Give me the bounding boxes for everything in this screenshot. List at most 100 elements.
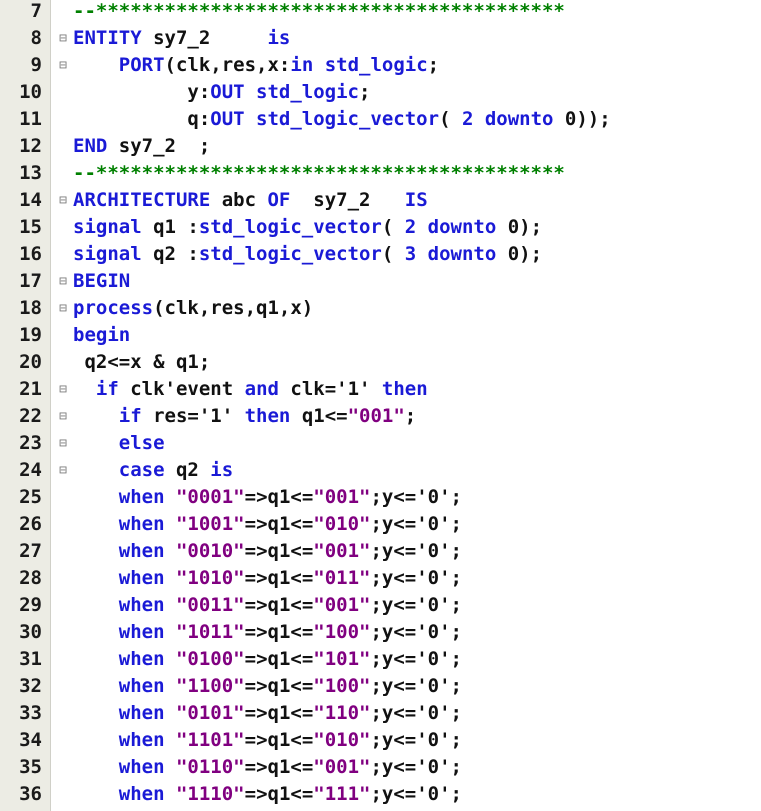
code-line[interactable]: 26 when "1001"=>q1<="010";y<='0'; [0,511,761,538]
string-token: "001" [313,594,371,616]
string-token: "0011" [175,594,245,616]
keyword-token: std_logic_vector [198,216,382,238]
code-line[interactable]: 10 y:OUT std_logic; [0,79,761,106]
line-number: 33 [19,702,42,724]
line-number: 29 [19,594,42,616]
keyword-token: process [73,297,154,319]
keyword-token: 3 downto [404,243,497,265]
string-token: "111" [313,783,371,805]
string-token: "0001" [175,486,245,508]
code-line[interactable]: 28 when "1010"=>q1<="011";y<='0'; [0,565,761,592]
code-token: =>q1<= [244,729,314,751]
code-line[interactable]: 24 ⊟ case q2 is [0,457,761,484]
code-line[interactable]: 17 ⊟ BEGIN [0,268,761,295]
line-number: 32 [19,675,42,697]
fold-toggle-icon[interactable]: ⊟ [58,403,68,430]
keyword-token: when [118,675,165,697]
code-token: =>q1<= [244,513,314,535]
code-token: res='1' [141,405,245,427]
code-line[interactable]: 31 when "0100"=>q1<="101";y<='0'; [0,646,761,673]
code-line[interactable]: 7 --*************************************… [0,0,761,25]
keyword-token: in std_logic [290,54,428,76]
code-line[interactable]: 32 when "1100"=>q1<="100";y<='0'; [0,673,761,700]
fold-toggle-icon[interactable]: ⊟ [58,376,68,403]
line-number: 22 [19,405,42,427]
code-text: if clk'event and clk='1' then [73,376,428,403]
code-token: =>q1<= [244,594,314,616]
code-token: =>q1<= [244,567,314,589]
code-line[interactable]: 16 signal q2 :std_logic_vector( 3 downto … [0,241,761,268]
code-line[interactable]: 22 ⊟ if res='1' then q1<="001"; [0,403,761,430]
fold-toggle-icon[interactable]: ⊟ [58,295,68,322]
fold-toggle-icon[interactable]: ⊟ [58,268,68,295]
code-token: ( [381,216,405,238]
code-token: q2 : [141,243,199,265]
line-number: 27 [19,540,42,562]
code-line[interactable]: 25 when "0001"=>q1<="001";y<='0'; [0,484,761,511]
string-token: "001" [347,405,405,427]
code-line[interactable]: 20 q2<=x & q1; [0,349,761,376]
code-line[interactable]: 36 when "1110"=>q1<="111";y<='0'; [0,781,761,808]
code-line[interactable]: 11 q:OUT std_logic_vector( 2 downto 0)); [0,106,761,133]
fold-toggle-icon[interactable]: ⊟ [58,430,68,457]
string-token: "0110" [175,756,245,778]
code-line[interactable]: 13 --************************************… [0,160,761,187]
code-line[interactable]: 35 when "0110"=>q1<="001";y<='0'; [0,754,761,781]
code-line[interactable]: 8 ⊟ ENTITY sy7_2 is [0,25,761,52]
keyword-token: is [210,459,234,481]
keyword-token: 2 downto [461,108,554,130]
code-line[interactable]: 33 when "0101"=>q1<="110";y<='0'; [0,700,761,727]
code-token: =>q1<= [244,540,314,562]
code-token: ;y<='0'; [370,648,462,670]
code-line[interactable]: 15 signal q1 :std_logic_vector( 2 downto … [0,214,761,241]
code-line[interactable]: 30 when "1011"=>q1<="100";y<='0'; [0,619,761,646]
code-line[interactable]: 9 ⊟ PORT(clk,res,x:in std_logic; [0,52,761,79]
fold-toggle-icon[interactable]: ⊟ [58,52,68,79]
keyword-token: std_logic_vector [198,243,382,265]
code-line[interactable]: 29 when "0011"=>q1<="001";y<='0'; [0,592,761,619]
string-token: "100" [313,675,371,697]
fold-toggle-icon[interactable]: ⊟ [58,25,68,52]
code-text: --**************************************… [73,0,565,25]
fold-toggle-icon[interactable]: ⊟ [58,457,68,484]
code-text: begin [73,322,130,349]
line-number: 24 [19,459,42,481]
code-token: =>q1<= [244,621,314,643]
string-token: "110" [313,702,371,724]
code-line[interactable]: 23 ⊟ else [0,430,761,457]
keyword-token: BEGIN [73,270,131,292]
code-text: when "1001"=>q1<="010";y<='0'; [73,511,462,538]
code-text: signal q2 :std_logic_vector( 3 downto 0)… [73,241,542,268]
code-line[interactable]: 18 ⊟ process(clk,res,q1,x) [0,295,761,322]
code-editor[interactable]: 7 --*************************************… [0,0,761,811]
fold-toggle-icon[interactable]: ⊟ [58,187,68,214]
keyword-token: ENTITY [73,27,142,49]
code-area[interactable]: 7 --*************************************… [0,0,761,811]
code-line[interactable]: 27 when "0010"=>q1<="001";y<='0'; [0,538,761,565]
code-line[interactable]: 19 begin [0,322,761,349]
line-number: 31 [19,648,42,670]
string-token: "1011" [175,621,245,643]
string-token: "1110" [175,783,245,805]
code-line[interactable]: 12 END sy7_2 ; [0,133,761,160]
code-token: 0)); [553,108,611,130]
code-text: q:OUT std_logic_vector( 2 downto 0)); [73,106,611,133]
keyword-token: OUT std_logic_vector [210,108,440,130]
code-text: when "0010"=>q1<="001";y<='0'; [73,538,462,565]
code-token: ;y<='0'; [370,783,462,805]
keyword-token: OF [267,189,291,211]
code-line[interactable]: 14 ⊟ ARCHITECTURE abc OF sy7_2 IS [0,187,761,214]
code-token: ;y<='0'; [370,540,462,562]
code-line[interactable]: 34 when "1101"=>q1<="010";y<='0'; [0,727,761,754]
code-token: (clk,res,q1,x) [153,297,314,319]
code-line[interactable]: 21 ⊟ if clk'event and clk='1' then [0,376,761,403]
